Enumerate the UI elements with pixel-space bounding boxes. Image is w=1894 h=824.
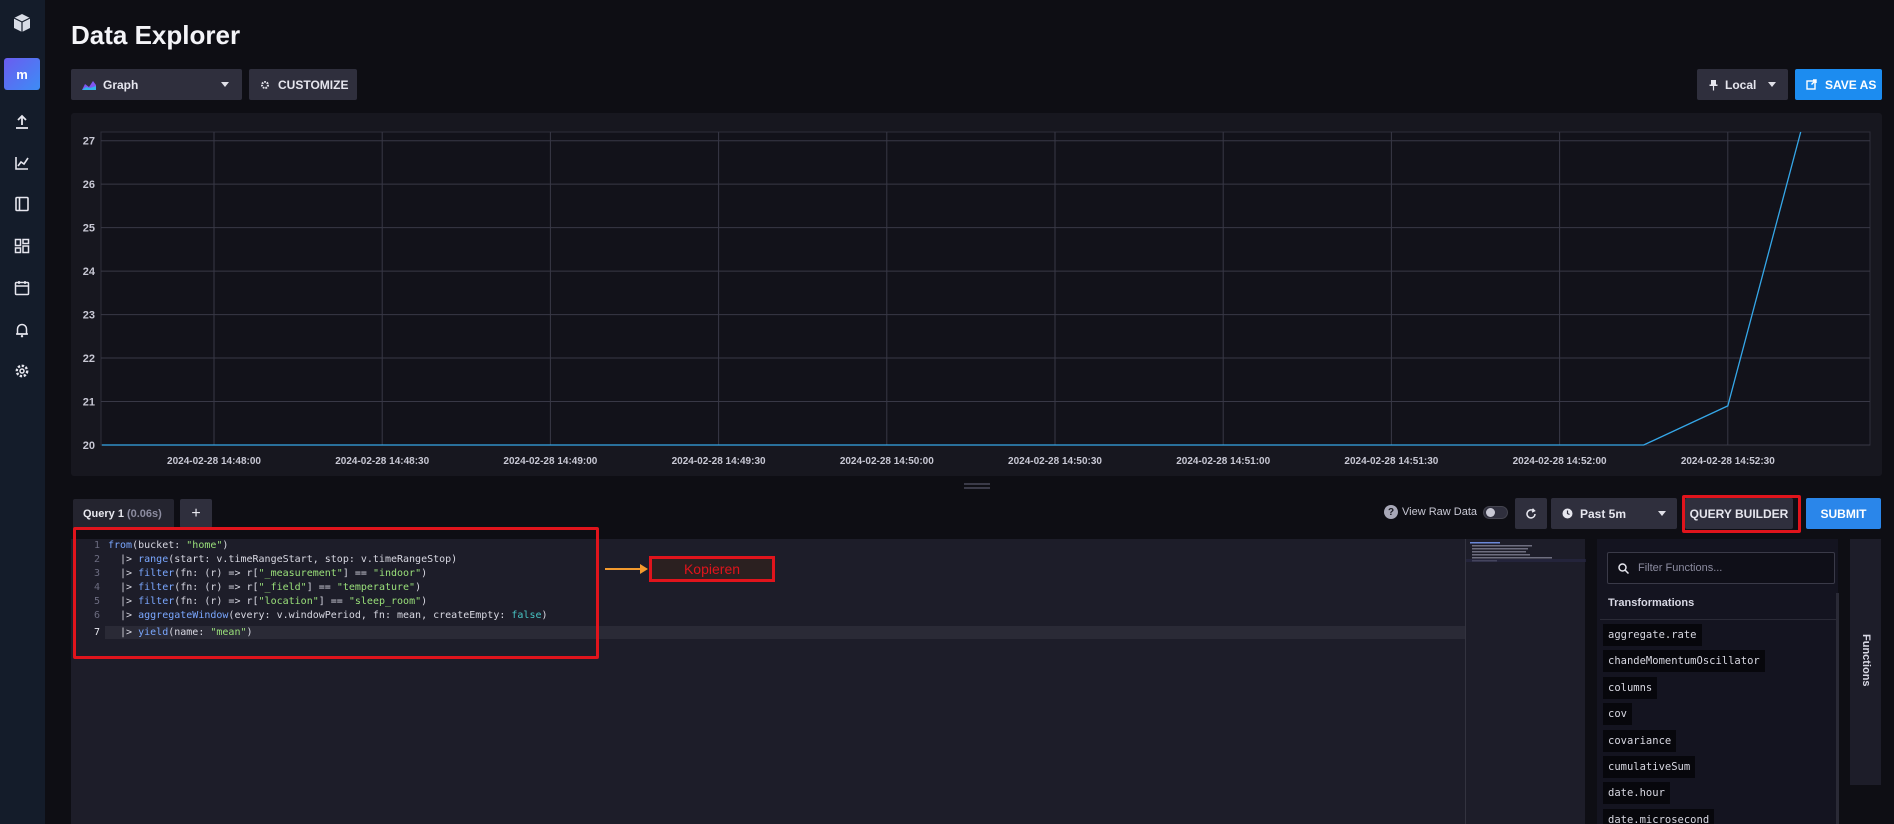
plus-icon: +	[191, 504, 201, 522]
search-icon	[1618, 562, 1629, 574]
help-icon: ?	[1384, 505, 1398, 519]
function-item[interactable]: cumulativeSum	[1603, 756, 1696, 778]
functions-side-label: Functions	[1860, 634, 1872, 687]
x-tick-label: 2024-02-28 14:48:30	[335, 456, 429, 467]
page-title: Data Explorer	[71, 20, 241, 50]
x-tick-label: 2024-02-28 14:51:00	[1176, 456, 1270, 467]
annotation-arrow	[605, 568, 641, 570]
graph-type-icon	[82, 80, 96, 90]
view-raw-data-label: View Raw Data	[1402, 506, 1477, 518]
time-range-dropdown[interactable]: Past 5m	[1551, 498, 1677, 529]
cube-logo-icon[interactable]	[7, 8, 37, 38]
y-tick-label: 21	[83, 397, 95, 409]
function-item[interactable]: columns	[1603, 676, 1658, 699]
function-item[interactable]: covariance	[1603, 729, 1677, 752]
gear-icon	[261, 80, 269, 89]
toggle-switch[interactable]	[1483, 505, 1508, 519]
time-range-label: Past 5m	[1580, 506, 1627, 521]
divider	[1600, 619, 1837, 620]
chevron-down-icon	[1768, 82, 1776, 87]
refresh-icon	[1526, 507, 1536, 519]
y-tick-label: 20	[83, 440, 95, 452]
view-raw-data-toggle[interactable]: ? View Raw Data	[1384, 505, 1508, 519]
x-tick-label: 2024-02-28 14:52:00	[1513, 456, 1607, 467]
annotation-label: Kopieren	[649, 556, 775, 582]
functions-scrollbar[interactable]	[1836, 593, 1839, 824]
org-avatar[interactable]: m	[4, 58, 40, 90]
query-tab-time: (0.06s)	[126, 507, 162, 520]
submit-button[interactable]: SUBMIT	[1806, 498, 1881, 529]
x-tick-label: 2024-02-28 14:49:00	[503, 456, 597, 467]
y-tick-label: 24	[83, 266, 96, 278]
pin-icon	[1709, 79, 1718, 90]
highlight-box-query-builder	[1682, 495, 1801, 533]
plot-area	[100, 131, 1871, 446]
x-tick-label: 2024-02-28 14:49:30	[672, 456, 766, 467]
timezone-label: Local	[1725, 77, 1757, 92]
function-item[interactable]: aggregate.rate	[1603, 624, 1702, 646]
dashboard-icon[interactable]	[10, 234, 34, 258]
query-tab-label: Query 1	[83, 507, 124, 520]
line-chart[interactable]: 27 26 25 24 23 22 21 20 2024-02-28 14:48:00 2024-…	[71, 113, 1882, 476]
notebook-icon[interactable]	[10, 192, 34, 216]
y-tick-label: 22	[83, 353, 95, 365]
y-tick-label: 27	[83, 136, 95, 148]
y-tick-label: 25	[83, 223, 95, 235]
function-item[interactable]: cov	[1603, 703, 1632, 726]
chart-icon[interactable]	[10, 151, 34, 175]
y-tick-label: 23	[83, 310, 95, 322]
graph-panel: 27 26 25 24 23 22 21 20 2024-02-28 14:48:00 2024-…	[71, 113, 1882, 476]
timezone-dropdown[interactable]: Local	[1697, 69, 1788, 100]
external-link-icon	[1806, 79, 1817, 90]
x-tick-label: 2024-02-28 14:52:30	[1681, 456, 1775, 467]
customize-label: CUSTOMIZE	[278, 77, 349, 92]
x-tick-label: 2024-02-28 14:50:30	[1008, 456, 1102, 467]
calendar-icon[interactable]	[10, 276, 34, 300]
arrow-head-icon	[640, 564, 648, 574]
x-tick-label: 2024-02-28 14:48:00	[167, 456, 261, 467]
refresh-button[interactable]	[1515, 498, 1547, 529]
customize-button[interactable]: CUSTOMIZE	[249, 69, 357, 100]
chevron-down-icon	[221, 82, 229, 87]
bell-icon[interactable]	[10, 318, 34, 342]
view-type-dropdown[interactable]: Graph	[71, 69, 242, 100]
highlight-box-query-code	[73, 527, 599, 659]
filter-functions-placeholder: Filter Functions...	[1638, 562, 1723, 574]
panel-resize-handle[interactable]	[964, 483, 990, 489]
x-tick-label: 2024-02-28 14:50:00	[840, 456, 934, 467]
clock-icon	[1562, 508, 1573, 519]
gear-icon[interactable]	[10, 359, 34, 383]
add-query-button[interactable]: +	[180, 499, 212, 528]
minimap-preview	[1466, 542, 1586, 562]
function-item[interactable]: date.microsecond	[1603, 808, 1715, 824]
y-tick-label: 26	[83, 179, 95, 191]
submit-label: SUBMIT	[1820, 506, 1867, 521]
save-as-button[interactable]: SAVE AS	[1795, 69, 1882, 100]
query-tab[interactable]: Query 1 (0.06s)	[73, 499, 174, 528]
editor-minimap[interactable]	[1465, 539, 1586, 824]
save-as-label: SAVE AS	[1825, 77, 1877, 92]
filter-functions-input[interactable]: Filter Functions...	[1607, 552, 1835, 584]
upload-icon[interactable]	[10, 110, 34, 134]
function-item[interactable]: chandeMomentumOscillator	[1603, 650, 1765, 673]
sidebar: m	[0, 0, 45, 824]
chevron-down-icon	[1658, 511, 1666, 516]
function-item[interactable]: date.hour	[1603, 782, 1670, 805]
app-root: m Data Explorer Graph CUSTOMIZE Local SA…	[0, 0, 1894, 824]
view-type-label: Graph	[103, 77, 139, 92]
functions-heading: Transformations	[1608, 597, 1695, 609]
x-tick-label: 2024-02-28 14:51:30	[1344, 456, 1438, 467]
